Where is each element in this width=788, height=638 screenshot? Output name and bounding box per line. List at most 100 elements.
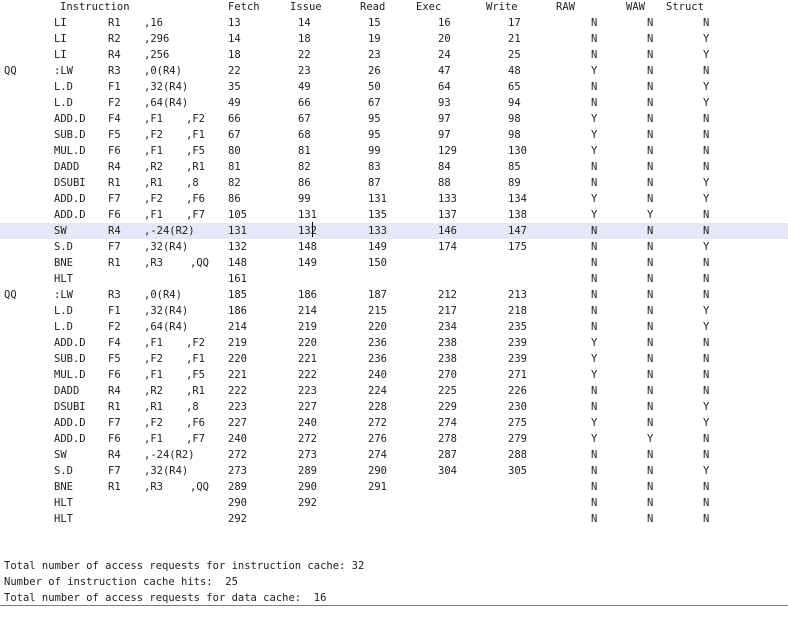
opcode-cell: HLT <box>54 513 73 525</box>
opcode-cell: :LW <box>54 65 73 77</box>
issue-cell: 86 <box>298 177 311 189</box>
issue-cell: 149 <box>298 257 317 269</box>
waw-cell: N <box>647 257 654 269</box>
issue-cell: 240 <box>298 417 317 429</box>
operand2-cell: ,F6 <box>186 193 205 205</box>
opcode-cell: LI <box>54 33 67 45</box>
read-cell: 291 <box>368 481 387 493</box>
opcode-cell: DSUBI <box>54 177 86 189</box>
issue-cell: 148 <box>298 241 317 253</box>
opcode-cell: ADD.D <box>54 337 86 349</box>
table-row: DSUBI R1 ,R1 ,8 82 86 87 88 89 N N Y <box>0 175 788 191</box>
issue-cell: 49 <box>298 81 311 93</box>
operand1-cell: ,16 <box>144 17 163 29</box>
fetch-cell: 272 <box>228 449 247 461</box>
write-cell: 175 <box>508 241 527 253</box>
opcode-cell: ADD.D <box>54 417 86 429</box>
waw-cell: N <box>647 129 654 141</box>
operand1-cell: ,F1 <box>144 369 163 381</box>
window-border <box>0 605 788 606</box>
write-cell: 48 <box>508 65 521 77</box>
exec-cell: 217 <box>438 305 457 317</box>
issue-cell: 18 <box>298 33 311 45</box>
raw-cell: Y <box>591 353 598 365</box>
summary-icache-hits: Number of instruction cache hits: 25 <box>4 576 238 588</box>
fetch-cell: 66 <box>228 113 241 125</box>
waw-cell: N <box>647 465 654 477</box>
operand3-cell: ,QQ <box>190 257 209 269</box>
struct-cell: N <box>703 145 710 157</box>
table-row: L.D F2 ,64(R4) 49 66 67 93 94 N N Y <box>0 95 788 111</box>
table-row: MUL.D F6 ,F1 ,F5 80 81 99 129 130 Y N N <box>0 143 788 159</box>
dest-register-cell: F4 <box>108 113 121 125</box>
exec-cell: 278 <box>438 433 457 445</box>
issue-cell: 222 <box>298 369 317 381</box>
opcode-cell: ADD.D <box>54 433 86 445</box>
operand1-cell: ,32(R4) <box>144 81 189 93</box>
exec-cell: 20 <box>438 33 451 45</box>
struct-cell: N <box>703 257 710 269</box>
waw-cell: N <box>647 513 654 525</box>
header-fetch: Fetch <box>228 1 260 13</box>
issue-cell: 292 <box>298 497 317 509</box>
table-row-highlighted: SW R4 ,-24(R2) 131 132 133 146 147 N N N <box>0 223 788 239</box>
raw-cell: Y <box>591 209 598 221</box>
struct-cell: Y <box>703 81 710 93</box>
struct-cell: Y <box>703 465 710 477</box>
write-cell: 25 <box>508 49 521 61</box>
read-cell: 149 <box>368 241 387 253</box>
table-row: LI R2 ,296 14 18 19 20 21 N N Y <box>0 31 788 47</box>
operand1-cell: ,F1 <box>144 337 163 349</box>
operand1-cell: ,F1 <box>144 433 163 445</box>
summary-line: Total number of access requests for data… <box>0 590 788 606</box>
struct-cell: N <box>703 129 710 141</box>
operand1-cell: ,R3 <box>144 481 163 493</box>
write-cell: 21 <box>508 33 521 45</box>
write-cell: 85 <box>508 161 521 173</box>
operand2-cell: ,8 <box>186 177 199 189</box>
table-row: LI R4 ,256 18 22 23 24 25 N N Y <box>0 47 788 63</box>
waw-cell: N <box>647 33 654 45</box>
operand2-cell: ,F6 <box>186 417 205 429</box>
raw-cell: Y <box>591 417 598 429</box>
struct-cell: Y <box>703 417 710 429</box>
header-read: Read <box>360 1 386 13</box>
issue-cell: 81 <box>298 145 311 157</box>
waw-cell: N <box>647 161 654 173</box>
opcode-cell: L.D <box>54 81 73 93</box>
read-cell: 290 <box>368 465 387 477</box>
opcode-cell: S.D <box>54 241 73 253</box>
opcode-cell: DSUBI <box>54 401 86 413</box>
operand1-cell: ,F2 <box>144 353 163 365</box>
issue-cell: 131 <box>298 209 317 221</box>
operand2-cell: ,R1 <box>186 161 205 173</box>
table-row: HLT 161 N N N <box>0 271 788 287</box>
struct-cell: N <box>703 17 710 29</box>
fetch-cell: 131 <box>228 225 247 237</box>
write-cell: 147 <box>508 225 527 237</box>
dest-register-cell: F7 <box>108 193 121 205</box>
fetch-cell: 81 <box>228 161 241 173</box>
table-row: BNE R1 ,R3 ,QQ 148 149 150 N N N <box>0 255 788 271</box>
issue-cell: 132 <box>298 225 317 237</box>
table-row: MUL.D F6 ,F1 ,F5 221 222 240 270 271 Y N N <box>0 367 788 383</box>
operand2-cell: ,8 <box>186 401 199 413</box>
fetch-cell: 227 <box>228 417 247 429</box>
operand2-cell: ,F5 <box>186 369 205 381</box>
dest-register-cell: F5 <box>108 129 121 141</box>
exec-cell: 270 <box>438 369 457 381</box>
struct-cell: N <box>703 481 710 493</box>
dest-register-cell: R1 <box>108 177 121 189</box>
fetch-cell: 220 <box>228 353 247 365</box>
issue-cell: 23 <box>298 65 311 77</box>
dest-register-cell: R4 <box>108 161 121 173</box>
table-row: LI R1 ,16 13 14 15 16 17 N N N <box>0 15 788 31</box>
read-cell: 236 <box>368 337 387 349</box>
opcode-cell: HLT <box>54 497 73 509</box>
text-editor[interactable]: Instruction Fetch Issue Read Exec Write … <box>0 0 788 608</box>
exec-cell: 97 <box>438 113 451 125</box>
dest-register-cell: F4 <box>108 337 121 349</box>
exec-cell: 84 <box>438 161 451 173</box>
exec-cell: 146 <box>438 225 457 237</box>
dest-register-cell: F2 <box>108 321 121 333</box>
